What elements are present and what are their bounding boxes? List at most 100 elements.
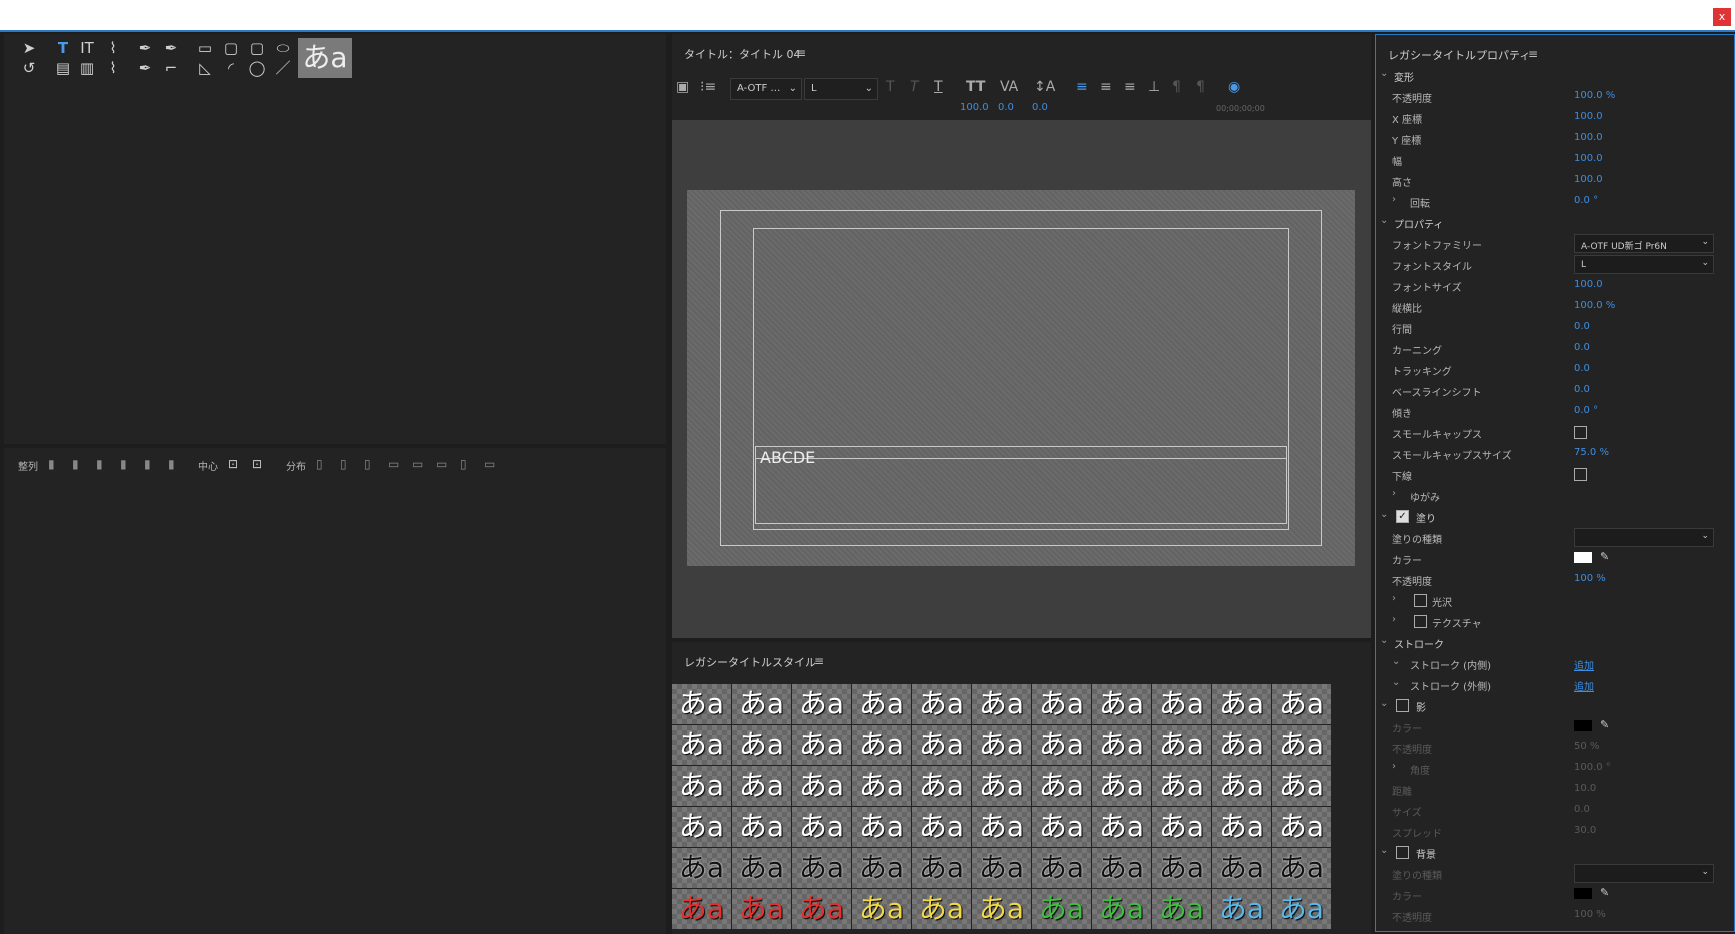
style-swatch[interactable]: あa (1092, 848, 1151, 888)
font-family-dropdown[interactable]: A-OTF … ⌄ (730, 78, 802, 100)
property-value[interactable]: 100 % (1574, 573, 1606, 584)
style-swatch[interactable]: あa (1092, 766, 1151, 806)
align-center-h-icon[interactable]: ▮ (72, 457, 88, 473)
sub-checkbox[interactable] (1414, 594, 1427, 607)
style-swatch[interactable]: あa (852, 848, 911, 888)
align-right-icon[interactable]: ▮ (96, 457, 112, 473)
style-swatch[interactable]: あa (972, 684, 1031, 724)
align-center-text-icon[interactable]: ≡ (1100, 79, 1112, 97)
style-swatch[interactable]: あa (672, 725, 731, 765)
wedge-tool-icon[interactable]: ◺ (194, 58, 216, 78)
section-checkbox[interactable] (1396, 846, 1409, 859)
close-button[interactable]: x (1713, 8, 1731, 26)
add-stroke-link[interactable]: 追加 (1574, 657, 1594, 672)
chevron-down-icon[interactable]: ⌄ (1380, 68, 1388, 79)
style-swatch[interactable]: あa (1212, 807, 1271, 847)
style-swatch[interactable]: あa (792, 725, 851, 765)
style-swatch[interactable]: あa (1212, 889, 1271, 929)
editor-menu-icon[interactable]: ≡ (796, 46, 806, 60)
style-swatch[interactable]: あa (852, 684, 911, 724)
style-swatch[interactable]: あa (1152, 807, 1211, 847)
chevron-right-icon[interactable]: › (1392, 614, 1396, 625)
section-checkbox[interactable]: ✓ (1396, 510, 1409, 523)
property-dropdown[interactable]: ⌄ (1574, 864, 1714, 883)
style-swatch[interactable]: あa (972, 807, 1031, 847)
style-swatch[interactable]: あa (852, 725, 911, 765)
align-bottom-icon[interactable]: ▮ (168, 457, 184, 473)
timecode[interactable]: 00;00;00;00 (1216, 104, 1265, 113)
style-swatch[interactable]: あa (732, 889, 791, 929)
style-swatch[interactable]: あa (1152, 848, 1211, 888)
property-value[interactable]: 100.0 (1574, 111, 1603, 122)
vertical-type-tool-icon[interactable]: IT (76, 38, 98, 58)
type-tool-icon[interactable]: T (52, 38, 74, 58)
arc-tool-icon[interactable]: ◜ (220, 58, 242, 78)
style-swatch[interactable]: あa (1032, 807, 1091, 847)
property-value[interactable]: 0.0 (1574, 804, 1590, 815)
distribute-right-icon[interactable]: ▯ (364, 457, 380, 473)
style-swatch[interactable]: あa (1092, 807, 1151, 847)
style-swatch[interactable]: あa (1032, 889, 1091, 929)
style-swatch[interactable]: あa (912, 807, 971, 847)
chevron-down-icon[interactable]: ⌄ (1380, 635, 1388, 646)
property-value[interactable]: 0.0 (1574, 384, 1590, 395)
property-value[interactable]: 75.0 % (1574, 447, 1609, 458)
style-swatch[interactable]: あa (672, 889, 731, 929)
style-swatch[interactable]: あa (852, 889, 911, 929)
font-size-value[interactable]: 100.0 (960, 102, 989, 113)
property-value[interactable]: 50 % (1574, 741, 1599, 752)
tab-icon[interactable]: ⊥ (1148, 79, 1160, 97)
style-swatch[interactable]: あa (792, 684, 851, 724)
align-right-text-icon[interactable]: ≡ (1124, 79, 1136, 97)
chevron-down-icon[interactable]: ⌄ (1392, 656, 1400, 667)
property-value[interactable]: 0.0 (1574, 321, 1590, 332)
style-swatch[interactable]: あa (792, 889, 851, 929)
style-swatch[interactable]: あa (1272, 848, 1331, 888)
font-style-dropdown[interactable]: L ⌄ (804, 78, 878, 100)
property-checkbox[interactable] (1574, 468, 1587, 481)
vertical-path-type-tool-icon[interactable]: ⌇ (102, 58, 124, 78)
style-swatch[interactable]: あa (1152, 725, 1211, 765)
property-value[interactable]: 100 % (1574, 909, 1606, 920)
style-swatch[interactable]: あa (672, 848, 731, 888)
style-swatch[interactable]: あa (1092, 725, 1151, 765)
eyedropper-icon[interactable]: ✎ (1600, 550, 1609, 563)
property-value[interactable]: 0.0 (1574, 342, 1590, 353)
style-swatch[interactable]: あa (732, 807, 791, 847)
distribute-center-v-icon[interactable]: ▭ (412, 457, 428, 473)
style-swatch[interactable]: あa (852, 766, 911, 806)
rounded-rectangle-tool-icon[interactable]: ▢ (220, 38, 242, 58)
property-value[interactable]: 10.0 (1574, 783, 1596, 794)
section-checkbox[interactable] (1396, 699, 1409, 712)
style-swatch[interactable]: あa (972, 848, 1031, 888)
rtl-icon[interactable]: ¶ (1172, 79, 1181, 97)
style-swatch[interactable]: あa (912, 725, 971, 765)
tab-stops-icon[interactable]: ⁝≡ (700, 79, 716, 97)
distribute-bottom-icon[interactable]: ▭ (436, 457, 452, 473)
chevron-right-icon[interactable]: › (1392, 488, 1396, 499)
chevron-right-icon[interactable]: › (1392, 194, 1396, 205)
property-value[interactable]: 30.0 (1574, 825, 1596, 836)
distribute-center-h-icon[interactable]: ▯ (340, 457, 356, 473)
color-swatch[interactable] (1574, 720, 1592, 731)
property-value[interactable]: 0.0 ° (1574, 195, 1598, 206)
style-swatch[interactable]: あa (1092, 684, 1151, 724)
style-swatch[interactable]: あa (672, 807, 731, 847)
property-value[interactable]: 100.0 (1574, 153, 1603, 164)
align-center-v-icon[interactable]: ▮ (144, 457, 160, 473)
selection-tool-icon[interactable]: ➤ (18, 38, 40, 58)
style-swatch[interactable]: あa (732, 725, 791, 765)
style-swatch[interactable]: あa (1272, 889, 1331, 929)
style-swatch[interactable]: あa (792, 807, 851, 847)
property-value[interactable]: 100.0 (1574, 279, 1603, 290)
property-value[interactable]: 0.0 (1574, 363, 1590, 374)
property-checkbox[interactable] (1574, 426, 1587, 439)
kerning-value[interactable]: 0.0 (998, 102, 1014, 113)
chevron-down-icon[interactable]: ⌄ (1380, 215, 1388, 226)
property-value[interactable]: 100.0 % (1574, 300, 1615, 311)
leading-value[interactable]: 0.0 (1032, 102, 1048, 113)
bold-icon[interactable]: T (886, 79, 895, 97)
path-type-tool-icon[interactable]: ⌇ (102, 38, 124, 58)
style-swatch[interactable]: あa (672, 766, 731, 806)
distribute-h-space-icon[interactable]: ▯ (460, 457, 476, 473)
